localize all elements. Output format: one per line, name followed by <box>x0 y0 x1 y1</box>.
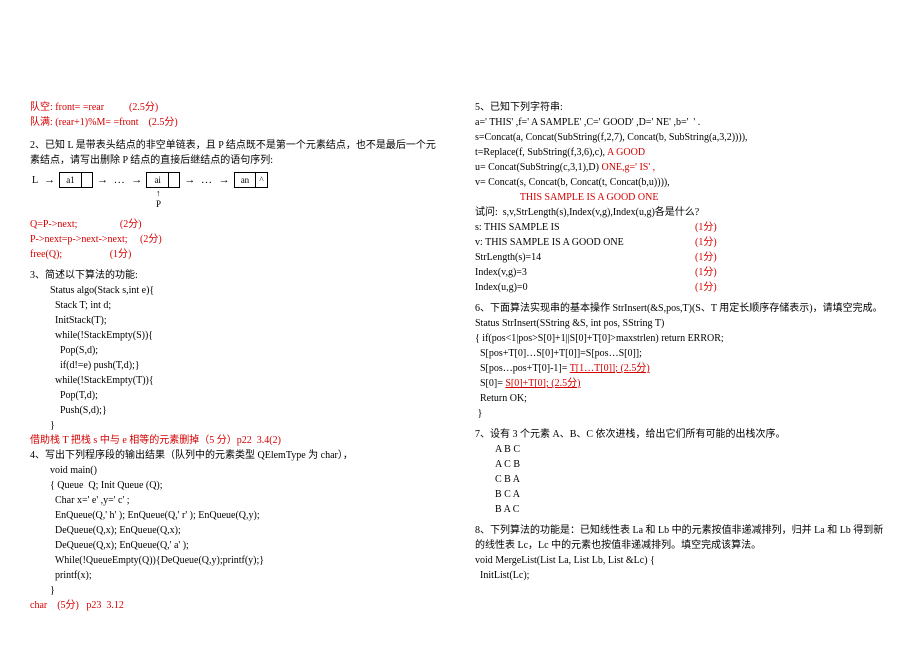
arrow-icon: → <box>184 175 195 186</box>
q5-line: u= Concat(SubString(c,3,1),D) ONE,g=' IS… <box>475 160 890 175</box>
linked-list-diagram: L → a1 → ... → ai → ... → an ^ <box>44 172 445 211</box>
q5-line: a=' THIS' ,f=' A SAMPLE' ,C=' GOOD' ,D='… <box>475 115 890 130</box>
q2-ans-2: P->next=p->next->next; (2分) <box>30 232 445 247</box>
code-line: { if(pos<1|pos>S[0]+1||S[0]+T[0]>maxstrl… <box>475 331 890 346</box>
q6-title: 6、下面算法实现串的基本操作 StrInsert(&S,pos,T)(S、T 用… <box>475 301 890 316</box>
code-line: Pop(S,d); <box>30 343 445 358</box>
code-line: Push(S,d);} <box>30 403 445 418</box>
code-line: DeQueue(Q,x); EnQueue(Q,' a' ); <box>30 538 445 553</box>
code-line: if(d!=e) push(T,d);} <box>30 358 445 373</box>
q4-title: 4、写出下列程序段的输出结果（队列中的元素类型 QElemType 为 char… <box>30 448 445 463</box>
left-column: 队空: front= =rear (2.5分) 队满: (rear+1)%M= … <box>30 100 445 613</box>
arrow-icon: → <box>219 175 230 186</box>
q5-red-insert: ONE,g=' IS' , <box>601 162 655 173</box>
code-line: Char x=' e' ,y=' c' ; <box>30 493 445 508</box>
code-line: While(!QueueEmpty(Q)){DeQueue(Q,y);print… <box>30 553 445 568</box>
q3-title: 3、简述以下算法的功能: <box>30 268 445 283</box>
code-line: } <box>475 406 890 421</box>
q7-item: A B C <box>475 442 890 457</box>
code-line: InitList(Lc); <box>475 568 890 583</box>
code-line: } <box>30 418 445 433</box>
q7-title: 7、设有 3 个元素 A、B、C 依次进栈，给出它们所有可能的出栈次序。 <box>475 427 890 442</box>
dots-icon: ... <box>112 172 127 189</box>
p-label: P <box>156 198 161 212</box>
q6-blank-1: T[1…T[0]]; (2.5分) <box>570 363 650 374</box>
q5-line: s=Concat(a, Concat(SubString(f,2,7), Con… <box>475 130 890 145</box>
code-line: while(!StackEmpty(S)){ <box>30 328 445 343</box>
q7-item: B A C <box>475 502 890 517</box>
code-line: while(!StackEmpty(T)){ <box>30 373 445 388</box>
ll-node-a1: a1 <box>59 172 93 188</box>
arrow-icon: → <box>131 175 142 186</box>
code-line: void MergeList(List La, List Lb, List &L… <box>475 553 890 568</box>
dots-icon: ... <box>199 172 214 189</box>
q7-item: C B A <box>475 472 890 487</box>
arrow-icon: → <box>97 175 108 186</box>
ll-node-an: an ^ <box>234 172 268 188</box>
q5-ans-row: StrLength(s)=14(1分) <box>475 250 890 265</box>
q2-ans-3: free(Q); (1分) <box>30 247 445 262</box>
q5-ans-row: s: THIS SAMPLE IS(1分) <box>475 220 890 235</box>
q5-line: v= Concat(s, Concat(b, Concat(t, Concat(… <box>475 175 890 190</box>
ll-node-ai: ai <box>146 172 180 188</box>
q2-ans-1: Q=P->next; (2分) <box>30 217 445 232</box>
queue-empty: 队空: front= =rear (2.5分) <box>30 100 445 115</box>
q5-ans-row: Index(u,g)=0(1分) <box>475 280 890 295</box>
q7-item: B C A <box>475 487 890 502</box>
code-line: void main() <box>30 463 445 478</box>
code-line: { Queue Q; Init Queue (Q); <box>30 478 445 493</box>
code-line: DeQueue(Q,x); EnQueue(Q,x); <box>30 523 445 538</box>
code-line: S[0]= S[0]+T[0]; (2.5分) <box>475 376 890 391</box>
code-line: EnQueue(Q,' h' ); EnQueue(Q,' r' ); EnQu… <box>30 508 445 523</box>
ll-head-label: L <box>32 173 40 188</box>
code-line: Return OK; <box>475 391 890 406</box>
q8-title: 8、下列算法的功能是：已知线性表 La 和 Lb 中的元素按值非递减排列，归并 … <box>475 523 890 553</box>
code-line: Stack T; int d; <box>30 298 445 313</box>
code-line: } <box>30 583 445 598</box>
code-line: Status StrInsert(SString &S, int pos, SS… <box>475 316 890 331</box>
q5-big-answer: THIS SAMPLE IS A GOOD ONE <box>475 190 890 205</box>
code-line: printf(x); <box>30 568 445 583</box>
code-line: S[pos+T[0]…S[0]+T[0]]=S[pos…S[0]]; <box>475 346 890 361</box>
q7-item: A C B <box>475 457 890 472</box>
q4-answer: char (5分) p23 3.12 <box>30 598 445 613</box>
q5-red-insert: A GOOD <box>607 147 645 158</box>
q5-question: 试问: s,v,StrLength(s),Index(v,g),Index(u,… <box>475 205 890 220</box>
up-arrow-icon: ↑ <box>156 189 161 198</box>
q3-answer: 借助栈 T 把栈 s 中与 e 相等的元素删掉（5 分）p22 3.4(2) <box>30 433 445 448</box>
arrow-icon: → <box>44 175 55 186</box>
q5-ans-row: Index(v,g)=3(1分) <box>475 265 890 280</box>
q6-blank-2: S[0]+T[0]; (2.5分) <box>505 378 580 389</box>
q2-intro: 2、已知 L 是带表头结点的非空单链表，且 P 结点既不是第一个元素结点，也不是… <box>30 138 445 168</box>
q5-line: t=Replace(f, SubString(f,3,6),c), A GOOD <box>475 145 890 160</box>
q5-title: 5、已知下列字符串: <box>475 100 890 115</box>
code-line: Pop(T,d); <box>30 388 445 403</box>
code-line: Status algo(Stack s,int e){ <box>30 283 445 298</box>
code-line: S[pos…pos+T[0]-1]= T[1…T[0]]; (2.5分) <box>475 361 890 376</box>
queue-full: 队满: (rear+1)%M= =front (2.5分) <box>30 115 445 130</box>
right-column: 5、已知下列字符串: a=' THIS' ,f=' A SAMPLE' ,C='… <box>475 100 890 613</box>
q5-ans-row: v: THIS SAMPLE IS A GOOD ONE(1分) <box>475 235 890 250</box>
code-line: InitStack(T); <box>30 313 445 328</box>
